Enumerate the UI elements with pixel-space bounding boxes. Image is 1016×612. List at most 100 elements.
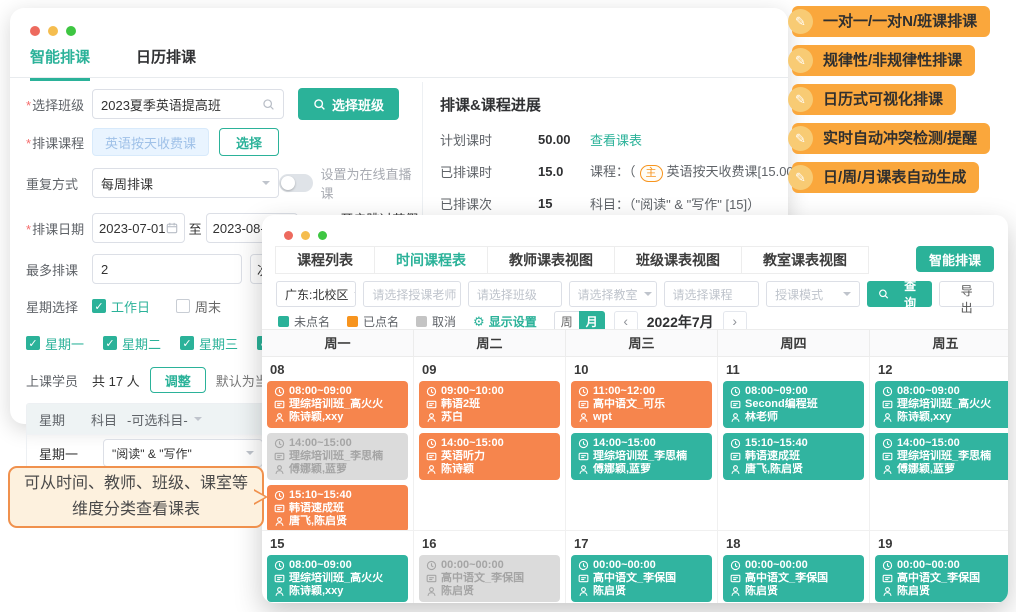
progress-title: 排课&课程进展	[440, 94, 776, 115]
repeat-select[interactable]: 每周排课	[92, 168, 279, 198]
calendar-card[interactable]: 08:00~09:00理综培训班_高火火陈诗颖,xxy	[267, 555, 408, 602]
legend-label: 已点名	[363, 313, 399, 330]
card-time-text: 14:00~15:00	[289, 437, 352, 450]
calendar-card[interactable]: 08:00~09:00Second编程班林老师	[723, 381, 864, 428]
live-class-toggle[interactable]	[279, 174, 313, 192]
day-header: 周一	[262, 330, 414, 357]
adjust-button[interactable]: 调整	[150, 367, 206, 393]
calendar-card[interactable]: 14:00~15:00理综培训班_李思楠傅娜颖,蓝萝	[875, 433, 1008, 480]
close-icon[interactable]	[284, 231, 293, 240]
chevron-down-icon	[246, 451, 254, 459]
filter-value: 请选择授课老师	[372, 286, 456, 303]
calendar-card[interactable]: 08:00~09:00理综培训班_高火火陈诗颖,xxy	[875, 381, 1008, 428]
weekend-checkbox[interactable]: 周末	[176, 297, 221, 316]
card-class-name: 高中语文_李保国	[426, 572, 553, 585]
card-teacher-text: wpt	[593, 411, 612, 424]
person-icon	[274, 516, 285, 527]
workday-checkbox[interactable]: ✓ 工作日	[92, 297, 150, 316]
max-count-input[interactable]: 2	[92, 254, 242, 284]
calendar-card[interactable]: 14:00~15:00理综培训班_李思楠傅娜颖,蓝萝	[571, 433, 712, 480]
status-legend: 未点名已点名取消	[278, 313, 456, 330]
calendar-card[interactable]: 09:00~10:00韩语2班苏白	[419, 381, 560, 428]
chevron-down-icon	[644, 292, 652, 300]
calendar-card[interactable]: 00:00~00:00高中语文_李保国陈启贤	[723, 555, 864, 602]
card-time: 14:00~15:00	[426, 437, 553, 450]
tab-教室课表视图[interactable]: 教室课表视图	[741, 246, 869, 274]
pencil-icon: ✎	[788, 9, 813, 34]
calendar-card[interactable]: 11:00~12:00高中语文_可乐wpt	[571, 381, 712, 428]
tab-智能排课[interactable]: 智能排课	[30, 46, 90, 81]
ribbon-text: 日/周/月课表自动生成	[823, 169, 966, 186]
class-icon	[730, 573, 741, 584]
card-teacher-text: 苏白	[441, 411, 463, 424]
query-label: 查询	[899, 277, 921, 311]
subject-select[interactable]: "阅读" & "写作"	[103, 439, 263, 467]
maximize-icon[interactable]	[318, 231, 327, 240]
card-time-text: 00:00~00:00	[593, 559, 656, 572]
maximize-icon[interactable]	[66, 26, 76, 36]
weekday-checkbox[interactable]: ✓星期三	[180, 334, 238, 353]
display-settings-button[interactable]: ⚙ 显示设置	[473, 313, 537, 330]
calendar-card[interactable]: 15:10~15:40韩语速成班唐飞,陈启贤	[267, 485, 408, 530]
calendar-card[interactable]: 14:00~15:00理综培训班_李思楠傅娜颖,蓝萝	[267, 433, 408, 480]
weekday-checkbox[interactable]: ✓星期二	[103, 334, 161, 353]
ribbon-text: 规律性/非规律性排课	[823, 52, 962, 69]
person-icon	[274, 586, 285, 597]
filter-select[interactable]: 授课模式	[766, 281, 860, 307]
students-label: 上课学员	[26, 371, 92, 390]
smart-schedule-button[interactable]: 智能排课	[916, 246, 994, 272]
calendar-card[interactable]: 00:00~00:00高中语文_李保国陈启贤	[875, 555, 1008, 602]
tab-时间课程表[interactable]: 时间课程表	[374, 246, 488, 274]
filter-input[interactable]: 请选择班级	[468, 281, 562, 307]
select-course-button[interactable]: 选择	[219, 128, 279, 156]
feature-ribbon: ✎实时自动冲突检测/提醒	[792, 123, 990, 154]
class-input[interactable]: 2023夏季英语提高班	[92, 89, 284, 119]
calendar-card[interactable]: 08:00~09:00理综培训班_高火火陈诗颖,xxy	[267, 381, 408, 428]
close-icon[interactable]	[30, 26, 40, 36]
feature-ribbon: ✎日历式可视化排课	[792, 84, 956, 115]
card-class-name-text: 理综培训班_高火火	[897, 398, 991, 411]
card-class-name: 理综培训班_高火火	[274, 572, 401, 585]
tab-课程列表[interactable]: 课程列表	[275, 246, 375, 274]
date-label: *排课日期	[26, 219, 92, 238]
calendar-card[interactable]: 00:00~00:00高中语文_李保国陈启贤	[419, 555, 560, 602]
minimize-icon[interactable]	[301, 231, 310, 240]
weekend-label: 周末	[195, 297, 221, 316]
filter-select[interactable]: 请选择教室	[569, 281, 657, 307]
pencil-icon: ✎	[788, 48, 813, 73]
view-schedule-link[interactable]: 查看课表	[590, 130, 642, 149]
card-class-name: 高中语文_李保国	[882, 572, 1008, 585]
filter-value: 广东:北校区	[285, 286, 348, 303]
person-icon	[730, 464, 741, 475]
tab-班级课表视图[interactable]: 班级课表视图	[614, 246, 742, 274]
card-teacher: 苏白	[426, 411, 553, 424]
export-button[interactable]: 导出	[939, 281, 994, 307]
search-icon	[313, 98, 326, 111]
card-class-name: 韩语2班	[426, 398, 553, 411]
filter-input[interactable]: 请选择课程	[664, 281, 760, 307]
weekday-label: 星期一	[45, 334, 84, 353]
start-date-input[interactable]: 2023-07-01	[92, 213, 185, 243]
minimize-icon[interactable]	[48, 26, 58, 36]
tab-教师课表视图[interactable]: 教师课表视图	[487, 246, 615, 274]
card-time-text: 09:00~10:00	[441, 385, 504, 398]
calendar-card[interactable]: 15:10~15:40韩语速成班唐飞,陈启贤	[723, 433, 864, 480]
subject-filter-label: -可选科目-	[127, 410, 188, 429]
filter-input[interactable]: 请选择授课老师	[363, 281, 460, 307]
weekday-checkbox[interactable]: ✓星期一	[26, 334, 84, 353]
card-class-name-text: 韩语2班	[441, 398, 480, 411]
select-class-button[interactable]: 选择班级	[298, 88, 399, 120]
filter-select[interactable]: 广东:北校区	[276, 281, 356, 307]
class-icon	[274, 573, 285, 584]
query-button[interactable]: 查询	[867, 281, 933, 307]
required-mark: *	[26, 222, 31, 237]
subject-filter-dropdown[interactable]: -可选科目-	[127, 410, 202, 429]
legend-item: 取消	[416, 313, 456, 330]
calendar-card[interactable]: 14:00~15:00英语听力陈诗颖	[419, 433, 560, 480]
feature-ribbons: ✎一对一/一对N/班课排课✎规律性/非规律性排课✎日历式可视化排课✎实时自动冲突…	[792, 6, 990, 193]
calendar-card[interactable]: 00:00~00:00高中语文_李保国陈启贤	[571, 555, 712, 602]
tab-日历排课[interactable]: 日历排课	[136, 46, 196, 81]
card-teacher-text: 陈诗颖	[441, 463, 474, 476]
scheduled-times-label: 已排课次	[440, 194, 538, 213]
card-teacher: 傅娜颖,蓝萝	[274, 463, 401, 476]
